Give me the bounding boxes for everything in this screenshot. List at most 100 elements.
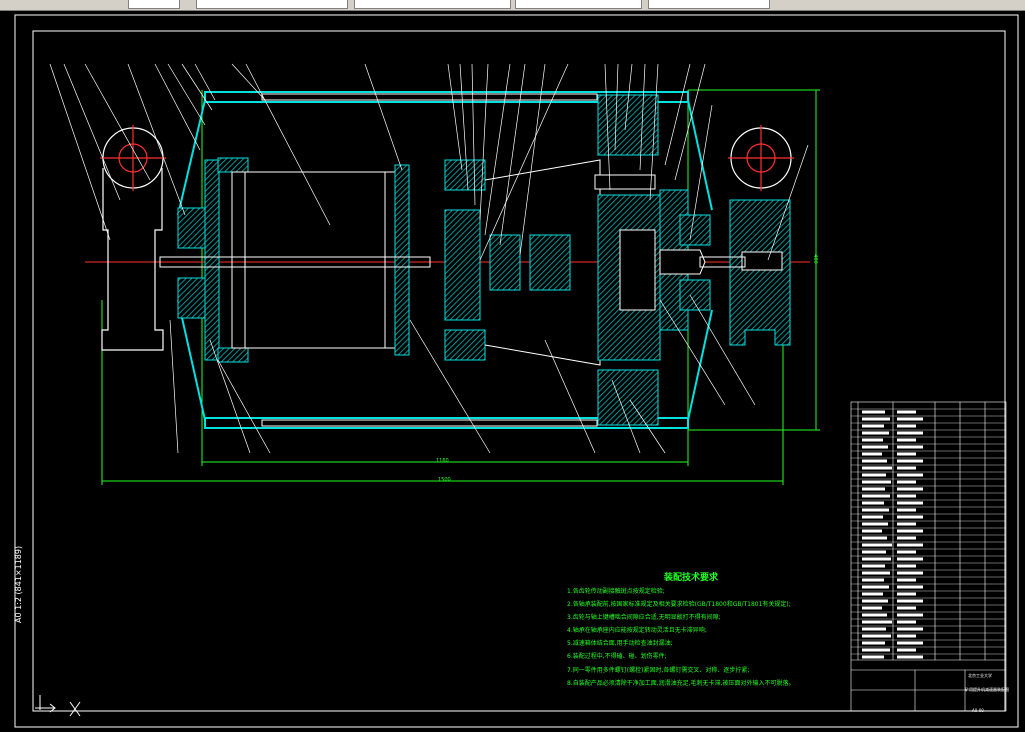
- bom-row-text: [862, 620, 892, 624]
- title-block-drawing-name: 矿用提升机减速器装配图: [965, 687, 1009, 692]
- title-block-drawing-no: A0-00: [972, 708, 984, 713]
- gear-core: [619, 229, 656, 311]
- bom-row-text: [862, 487, 885, 491]
- bom-row-text: [862, 564, 885, 568]
- bom-row-text: [897, 480, 916, 484]
- bom-row-text: [862, 613, 887, 617]
- bom-row-text: [862, 578, 884, 582]
- ucs-icon: [35, 695, 81, 717]
- bom-row-text: [897, 550, 916, 554]
- tab-5[interactable]: [648, 0, 770, 9]
- bom-row-text: [897, 452, 916, 456]
- dimension-overall-label: 1500: [438, 477, 451, 483]
- bom-row-text: [897, 564, 916, 568]
- bom-row-text: [862, 529, 882, 533]
- bom-row-text: [897, 459, 923, 463]
- outer-frame: [14, 14, 1019, 728]
- bom-row-text: [862, 480, 891, 484]
- bom-row-text: [897, 417, 923, 421]
- bom-row-text: [862, 536, 887, 540]
- bom-row-text: [897, 627, 923, 631]
- bom-row-text: [897, 410, 916, 414]
- requirement-7: 7.同一零件用多件螺钉(螺栓)紧固时,各螺钉需交叉、对称、逐步拧紧;: [567, 667, 750, 674]
- bom-row-text: [862, 627, 886, 631]
- bom-row-text: [862, 459, 887, 463]
- bom-row-text: [862, 655, 884, 659]
- bom-row-text: [897, 613, 923, 617]
- upper-shaft: [594, 174, 656, 190]
- requirement-6: 6.装配过程中,不得磕、碰、划伤零件;: [567, 653, 667, 660]
- requirement-3: 3.齿轮与轴上键槽啮合间隙应合适,无明显敲打不得有间隙;: [567, 614, 721, 621]
- tab-2[interactable]: [196, 0, 348, 9]
- bottom-plate: [261, 419, 598, 427]
- bom-row-text: [897, 543, 923, 547]
- bom-row-text: [897, 634, 916, 638]
- bom-row-text: [897, 515, 923, 519]
- bom-row-text: [897, 571, 923, 575]
- tab-1[interactable]: [128, 0, 180, 9]
- requirement-8: 8.自装配产品必须清除干净加工面,润滑油充足,毛刺无卡滞,被压面对外输入不可脱落…: [567, 680, 795, 687]
- output-shaft: [659, 249, 706, 275]
- title-block-school: 北京工业大学: [968, 673, 992, 678]
- bom-row-text: [862, 501, 884, 505]
- bom-row-text: [897, 648, 916, 652]
- bom-row-text: [897, 501, 923, 505]
- drawing-svg: [14, 14, 1019, 728]
- bom-row-text: [862, 550, 886, 554]
- scale-label: A0 1:2 (841×1189): [14, 545, 23, 623]
- bom-row-text: [862, 634, 891, 638]
- bom-row-text: [897, 599, 923, 603]
- bom-row-text: [862, 648, 890, 652]
- bom-row-text: [897, 431, 923, 435]
- bom-row-text: [862, 410, 885, 414]
- bom-row-text: [862, 641, 885, 645]
- dimension-main-label: 1160: [436, 458, 449, 464]
- bom-row-text: [862, 473, 886, 477]
- bom-row-text: [897, 445, 923, 449]
- bom-row-text: [897, 606, 916, 610]
- drawing-canvas[interactable]: 1160 1500 480 装配技术要求 1.各齿轮传动副接触斑点按规定检验; …: [0, 11, 1025, 732]
- bom-row-text: [862, 508, 889, 512]
- bom-rows: [851, 408, 1006, 659]
- left-bearing: [177, 157, 249, 363]
- bom-row-text: [897, 522, 916, 526]
- bom-row-text: [862, 431, 889, 435]
- bom-row-text: [897, 641, 923, 645]
- bom-row-text: [862, 452, 882, 456]
- bom-row-text: [897, 424, 916, 428]
- requirements-title: 装配技术要求: [664, 573, 719, 583]
- bom-row-text: [862, 606, 882, 610]
- bom-row-text: [862, 557, 891, 561]
- bom-row-text: [897, 592, 916, 596]
- bom-row-text: [897, 466, 916, 470]
- bom-row-text: [862, 445, 888, 449]
- right-key: [741, 251, 783, 271]
- bom-row-text: [897, 438, 916, 442]
- bom-row-text: [862, 438, 883, 442]
- dimension-height-label: 480: [811, 254, 818, 264]
- bom-row-text: [862, 592, 883, 596]
- bom-row-text: [862, 515, 883, 519]
- requirement-2: 2.各轴承装配前,按国家标准规定及相关要求检验(GB/T1800和GB/T180…: [567, 601, 791, 608]
- bom-row-text: [862, 466, 892, 470]
- bom-row-text: [897, 529, 923, 533]
- requirement-4: 4.轴承在轴承座内应能按规定转动灵活且无卡滞异响;: [567, 627, 707, 634]
- bom-row-text: [897, 585, 923, 589]
- bom-row-text: [862, 522, 888, 526]
- tab-3[interactable]: [354, 0, 511, 9]
- bom-row-text: [897, 508, 916, 512]
- left-pulley: [100, 125, 166, 351]
- tab-4[interactable]: [515, 0, 642, 9]
- bom-row-text: [897, 536, 916, 540]
- top-plate: [261, 93, 598, 101]
- bom-row-text: [862, 585, 889, 589]
- requirement-5: 5.减速箱体结合面,用手动检查油封漏油;: [567, 640, 673, 647]
- bom-row-text: [897, 557, 923, 561]
- bom-row-text: [897, 620, 916, 624]
- requirement-1: 1.各齿轮传动副接触斑点按规定检验;: [567, 588, 665, 595]
- drum: [231, 164, 410, 356]
- bom-row-text: [862, 494, 890, 498]
- bom-row-text: [897, 487, 923, 491]
- right-pulley: [728, 125, 794, 191]
- bom-row-text: [862, 424, 884, 428]
